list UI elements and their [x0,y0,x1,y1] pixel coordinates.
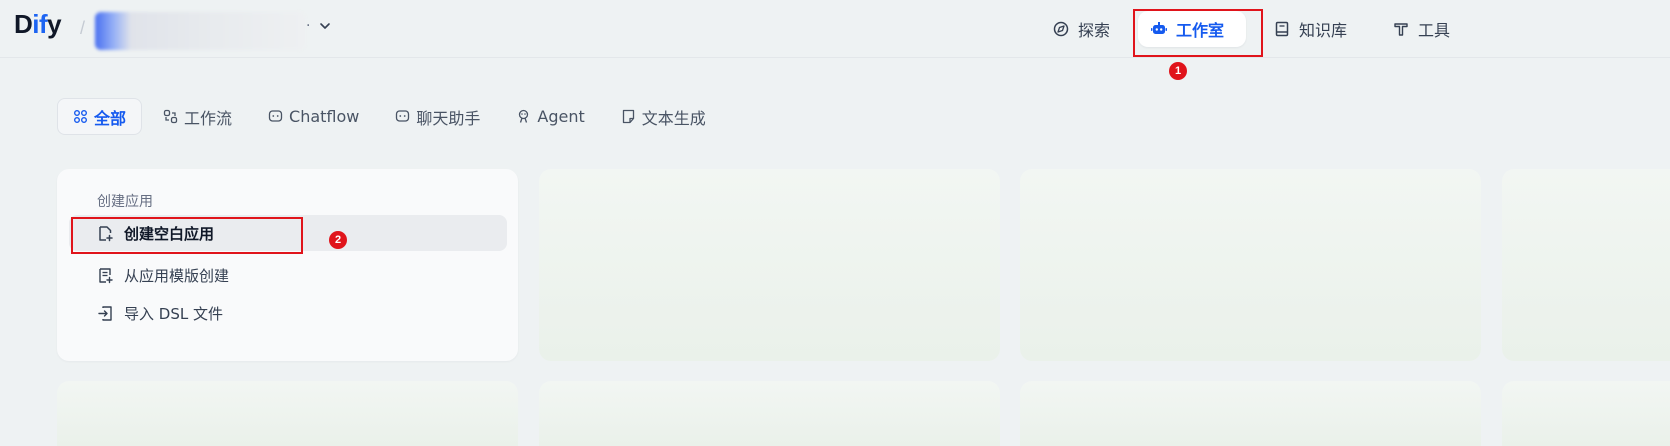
app-type-tabs: 全部 工作流 Chatflow 聊天助手 Agent 文本生成 [57,98,727,135]
import-icon [98,305,112,321]
nav-explore[interactable]: 探索 [1040,11,1122,47]
tab-agent-label: Agent [537,107,585,126]
import-dsl-label: 导入 DSL 文件 [124,304,223,323]
breadcrumb-separator: / [80,18,86,38]
tab-chat-assistant[interactable]: 聊天助手 [380,98,495,135]
app-card-placeholder [539,381,1000,446]
top-bar: Dify / · 探索 工作室 知识库 工具 [0,0,1670,58]
note-icon [622,109,634,124]
tab-chat-assistant-label: 聊天助手 [416,108,481,128]
app-card-placeholder [1020,381,1481,446]
nav-knowledge[interactable]: 知识库 [1261,11,1359,47]
create-app-title: 创建应用 [97,194,153,210]
tab-chatflow[interactable]: Chatflow [253,98,374,135]
app-card-placeholder [539,169,1000,361]
tab-workflow[interactable]: 工作流 [148,98,247,135]
workflow-icon [163,109,178,124]
dify-logo[interactable]: Dify [14,9,62,40]
create-from-template-button[interactable]: 从应用模版创建 [69,257,507,293]
chevron-down-icon[interactable] [318,19,332,33]
callout-badge-1: 1 [1169,62,1187,80]
tab-agent[interactable]: Agent [501,98,599,135]
create-from-template-label: 从应用模版创建 [124,266,230,285]
tab-workflow-label: 工作流 [184,108,233,128]
nav-tools[interactable]: 工具 [1380,11,1462,47]
tab-text-generation-label: 文本生成 [641,108,706,128]
app-card-placeholder [1020,169,1481,361]
workspace-name-redacted[interactable] [95,12,305,50]
tab-all-label: 全部 [94,108,127,128]
app-card-placeholder [57,381,518,446]
chat-bubble-icon [396,110,410,122]
nav-tools-label: 工具 [1418,21,1451,40]
app-card-placeholder [1502,381,1670,446]
tab-chatflow-label: Chatflow [289,107,360,126]
template-icon [99,267,113,283]
book-icon [1275,21,1289,37]
nav-knowledge-label: 知识库 [1299,21,1348,40]
callout-box-create-blank [71,217,303,254]
app-card-placeholder [1502,169,1670,361]
agent-icon [519,109,529,123]
callout-box-studio [1133,9,1263,57]
tab-text-generation[interactable]: 文本生成 [606,98,721,135]
chat-bubble-icon [268,110,283,122]
tab-all[interactable]: 全部 [57,98,143,135]
compass-icon [1053,21,1069,37]
grid-icon [74,110,87,123]
workspace-dot: · [306,18,311,34]
import-dsl-button[interactable]: 导入 DSL 文件 [69,295,507,331]
nav-explore-label: 探索 [1078,21,1111,40]
callout-badge-2: 2 [329,231,347,249]
create-app-card: 创建应用 创建空白应用 从应用模版创建 导入 DSL 文件 [57,169,518,361]
hammer-icon [1394,23,1408,36]
